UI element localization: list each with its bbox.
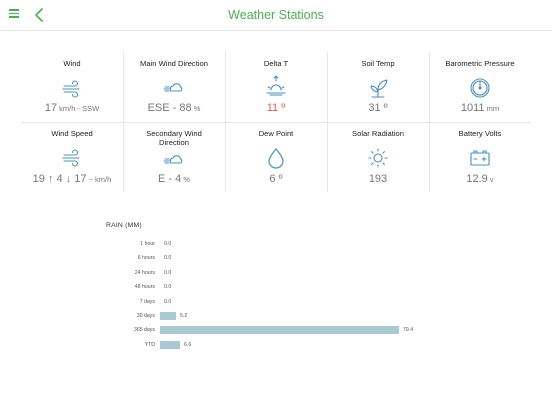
reading-value: ESE - 88 % <box>123 102 225 114</box>
wind-icon <box>62 149 80 167</box>
rain-row: 24 hours 0.0 <box>0 268 552 279</box>
rain-value-label: 0.0 <box>164 298 172 305</box>
reading-value-main: 12.9 <box>466 173 488 185</box>
reading-soil-temp[interactable]: Soil Temp 31 º <box>327 52 429 122</box>
rain-bar <box>160 326 399 335</box>
rain-value-label: 5.2 <box>180 313 188 319</box>
reading-value-main: E - 4 <box>158 173 182 185</box>
rain-value-label: 79.4 <box>403 327 414 334</box>
rain-value-label: 0.0 <box>164 269 172 276</box>
reading-unit: % <box>191 104 201 113</box>
top-bar: Weather Stations <box>0 0 552 30</box>
reading-value-main: 11 º <box>266 102 286 114</box>
reading-wind-speed[interactable]: Wind Speed 19 ↑ 4 ↓ 17 ~ km/h <box>21 122 123 192</box>
rain-category-label: 7 days <box>139 298 155 305</box>
reading-label: Wind <box>63 59 81 68</box>
reading-value: 19 ↑ 4 ↓ 17 ~ km/h <box>21 173 123 185</box>
rain-bar <box>160 312 176 320</box>
reading-unit: km/h - SSW <box>57 104 100 113</box>
reading-value: 6 º <box>225 173 327 185</box>
reading-value-main: ESE - 88 <box>147 102 192 114</box>
rain-category-label: 24 hours <box>134 269 155 276</box>
barometer-icon <box>470 78 490 98</box>
reading-label: Delta T <box>263 59 289 68</box>
rain-value-label: 0.0 <box>164 284 172 291</box>
rain-row: 1 hour 0.0 <box>0 239 552 250</box>
reading-label: Solar Radiation <box>352 129 404 138</box>
reading-value: 11 º <box>225 102 327 114</box>
reading-unit: mm <box>484 104 500 113</box>
reading-value: E - 4 % <box>123 173 225 185</box>
rain-row: 365 days 79.4 <box>0 325 552 336</box>
reading-wind[interactable]: Wind 17 km/h - SSW <box>21 52 123 122</box>
reading-dew-point[interactable]: Dew Point 6 º <box>225 122 327 192</box>
reading-value: 31 º <box>327 102 429 114</box>
reading-solar-radiation[interactable]: Solar Radiation 193 <box>327 122 429 192</box>
sun-icon <box>368 148 388 168</box>
rain-row: 7 days 0.0 <box>0 297 552 308</box>
header-divider <box>0 30 552 31</box>
page-title: Weather Stations <box>228 8 324 22</box>
rain-value-label: 0.0 <box>164 241 172 247</box>
reading-value-main: 6 º <box>269 173 283 185</box>
reading-unit: v <box>487 175 494 184</box>
reading-value: 17 km/h - SSW <box>21 102 123 114</box>
reading-value-main: 17 <box>44 102 58 114</box>
rain-category-label: 48 hours <box>134 284 155 291</box>
reading-label: Wind Speed <box>51 129 93 138</box>
rain-row: 30 days 5.2 <box>0 311 552 322</box>
reading-value: 12.9 v <box>429 173 531 185</box>
reading-value-main: 19 ↑ 4 ↓ 17 <box>32 173 87 185</box>
reading-value-main: 1011 <box>460 102 485 114</box>
rain-row: 48 hours 0.0 <box>0 282 552 293</box>
reading-label: Soil Temp <box>361 59 395 68</box>
reading-label: Main Wind Direction <box>140 59 208 68</box>
rain-bar <box>160 340 180 349</box>
rain-chart: RAIN (MM) 1 hour 0.0 6 hours 0.0 24 hours 0.0… <box>0 215 552 355</box>
reading-barometric-pressure[interactable]: Barometric Pressure 1011 mm <box>429 52 531 122</box>
rain-row: YTD 6.6 <box>0 340 552 351</box>
reading-unit: % <box>181 175 190 184</box>
battery-icon <box>470 150 490 166</box>
wind-direction-icon <box>163 155 183 164</box>
rain-value-label: 0.0 <box>164 255 172 262</box>
wind-icon <box>62 80 80 98</box>
reading-label: Battery Volts <box>458 129 502 138</box>
reading-value-main: 31 º <box>368 102 388 114</box>
reading-battery-volts[interactable]: Battery Volts 12.9 v <box>429 122 531 192</box>
reading-secondary-wind-direction[interactable]: Secondary Wind Direction E - 4 % <box>123 122 225 192</box>
sprout-icon <box>370 79 388 98</box>
reading-label: Barometric Pressure <box>445 59 515 68</box>
reading-unit: ~ km/h <box>86 175 112 184</box>
reading-value-main: 193 <box>368 173 388 185</box>
rain-value-label: 6.6 <box>184 341 192 348</box>
station-readings-grid: Wind 17 km/h - SSW Main Wind Direction E… <box>21 52 531 192</box>
wind-direction-icon <box>163 83 183 92</box>
water-drop-icon <box>268 148 284 169</box>
reading-label: Secondary Wind Direction <box>146 129 202 147</box>
reading-label: Dew Point <box>258 129 294 138</box>
reading-main-wind-direction[interactable]: Main Wind Direction ESE - 88 % <box>123 52 225 122</box>
rain-category-label: YTD <box>144 341 155 348</box>
rain-row: 6 hours 0.0 <box>0 253 552 264</box>
rain-category-label: 1 hour <box>140 241 155 247</box>
rain-category-label: 365 days <box>133 327 155 334</box>
rain-category-label: 30 days <box>136 313 155 319</box>
reading-value: 193 <box>327 173 429 185</box>
rain-chart-title: RAIN (MM) <box>106 222 142 229</box>
reading-delta-t[interactable]: Delta T 11 º <box>225 52 327 122</box>
rain-category-label: 6 hours <box>137 255 155 262</box>
sunrise-icon <box>266 75 286 96</box>
reading-value: 1011 mm <box>429 102 531 114</box>
